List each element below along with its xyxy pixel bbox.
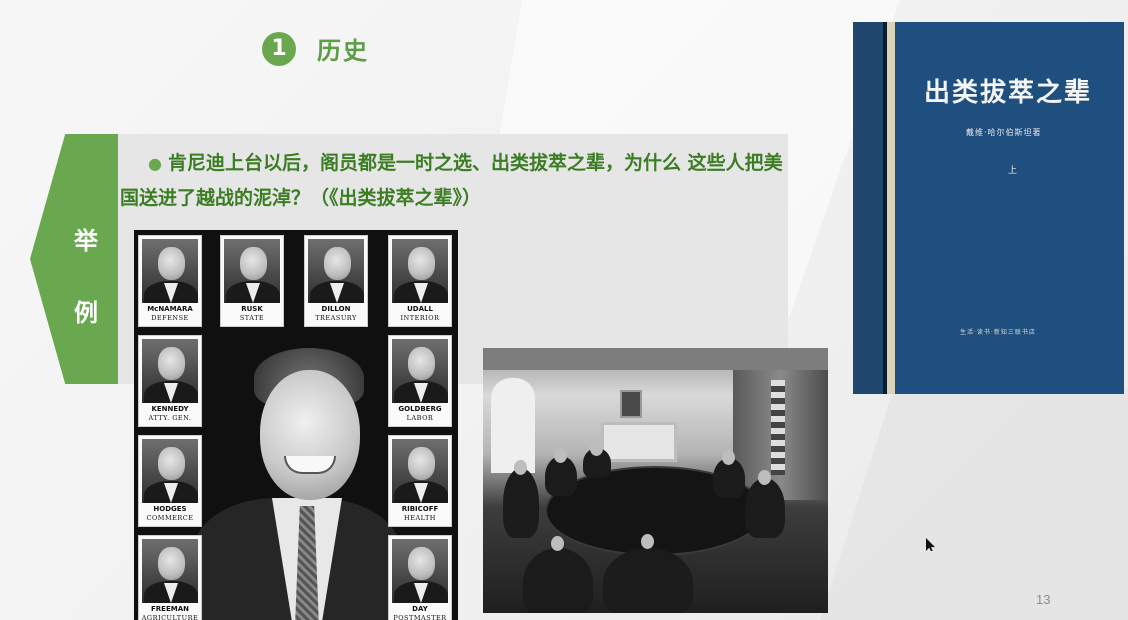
portrait-card: RIBICOFF HEALTH bbox=[388, 435, 452, 527]
portrait-card: GOLDBERG LABOR bbox=[388, 335, 452, 427]
portrait-name: RUSK bbox=[241, 305, 263, 313]
portrait-role: ATTY. GEN. bbox=[148, 414, 192, 422]
portrait-card: KENNEDY ATTY. GEN. bbox=[138, 335, 202, 427]
slide: 1 历史 举例 ● 肯尼迪上台以后，阁员都是一时之选、出类拔萃之辈，为什么 这些人… bbox=[0, 0, 1128, 620]
portrait-role: COMMERCE bbox=[146, 514, 194, 522]
example-tag-label: 举例 bbox=[74, 227, 98, 327]
portrait-role: TREASURY bbox=[315, 314, 357, 322]
portrait-name: DAY bbox=[412, 605, 428, 613]
portrait-card: McNAMARA DEFENSE bbox=[138, 235, 202, 327]
question-text: ● 肯尼迪上台以后，阁员都是一时之选、出类拔萃之辈，为什么 这些人把美国送进了越战… bbox=[120, 146, 788, 215]
portrait-name: RIBICOFF bbox=[401, 505, 439, 513]
portrait-role: LABOR bbox=[406, 414, 434, 422]
portrait-card: RUSK STATE bbox=[220, 235, 284, 327]
portrait-card: FREEMAN AGRICULTURE bbox=[138, 535, 202, 620]
portrait-role: DEFENSE bbox=[151, 314, 189, 322]
portrait-role: HEALTH bbox=[404, 514, 436, 522]
question-body: 肯尼迪上台以后，阁员都是一时之选、出类拔萃之辈，为什么 这些人把美国送进了越战的… bbox=[120, 152, 783, 209]
cabinet-meeting-photo bbox=[483, 348, 828, 613]
portrait-card: DAY POSTMASTER bbox=[388, 535, 452, 620]
portrait-role: POSTMASTER bbox=[393, 614, 447, 620]
page-number: 13 bbox=[1036, 592, 1051, 607]
portrait-card: UDALL INTERIOR bbox=[388, 235, 452, 327]
president-portrait bbox=[192, 348, 402, 620]
section-number-badge: 1 bbox=[262, 32, 296, 66]
bullet-icon: ● bbox=[148, 154, 162, 173]
book-title: 出类拔萃之辈 bbox=[924, 78, 1093, 108]
portrait-role: STATE bbox=[239, 314, 265, 322]
portrait-name: UDALL bbox=[407, 305, 433, 313]
flag-icon bbox=[771, 380, 785, 475]
portrait-name: GOLDBERG bbox=[398, 405, 442, 413]
book-author: 戴维·哈尔伯斯坦著 bbox=[966, 128, 1042, 137]
portrait-name: FREEMAN bbox=[151, 605, 189, 613]
book-volume: 上 bbox=[1008, 166, 1018, 176]
slide-title: 历史 bbox=[317, 37, 369, 65]
mouse-cursor-icon bbox=[926, 538, 935, 551]
portrait-role: AGRICULTURE bbox=[141, 614, 199, 620]
portrait-name: McNAMARA bbox=[147, 305, 193, 313]
portrait-role: INTERIOR bbox=[400, 314, 440, 322]
portrait-name: HODGES bbox=[153, 505, 187, 513]
portrait-name: DILLON bbox=[321, 305, 351, 313]
portrait-card: HODGES COMMERCE bbox=[138, 435, 202, 527]
portrait-card: DILLON TREASURY bbox=[304, 235, 368, 327]
cabinet-collage-image: McNAMARA DEFENSE RUSK STATE DILLON TREAS… bbox=[134, 230, 458, 620]
portrait-name: KENNEDY bbox=[151, 405, 189, 413]
book-publisher: 生活·读书·新知三联书店 bbox=[960, 329, 1036, 336]
